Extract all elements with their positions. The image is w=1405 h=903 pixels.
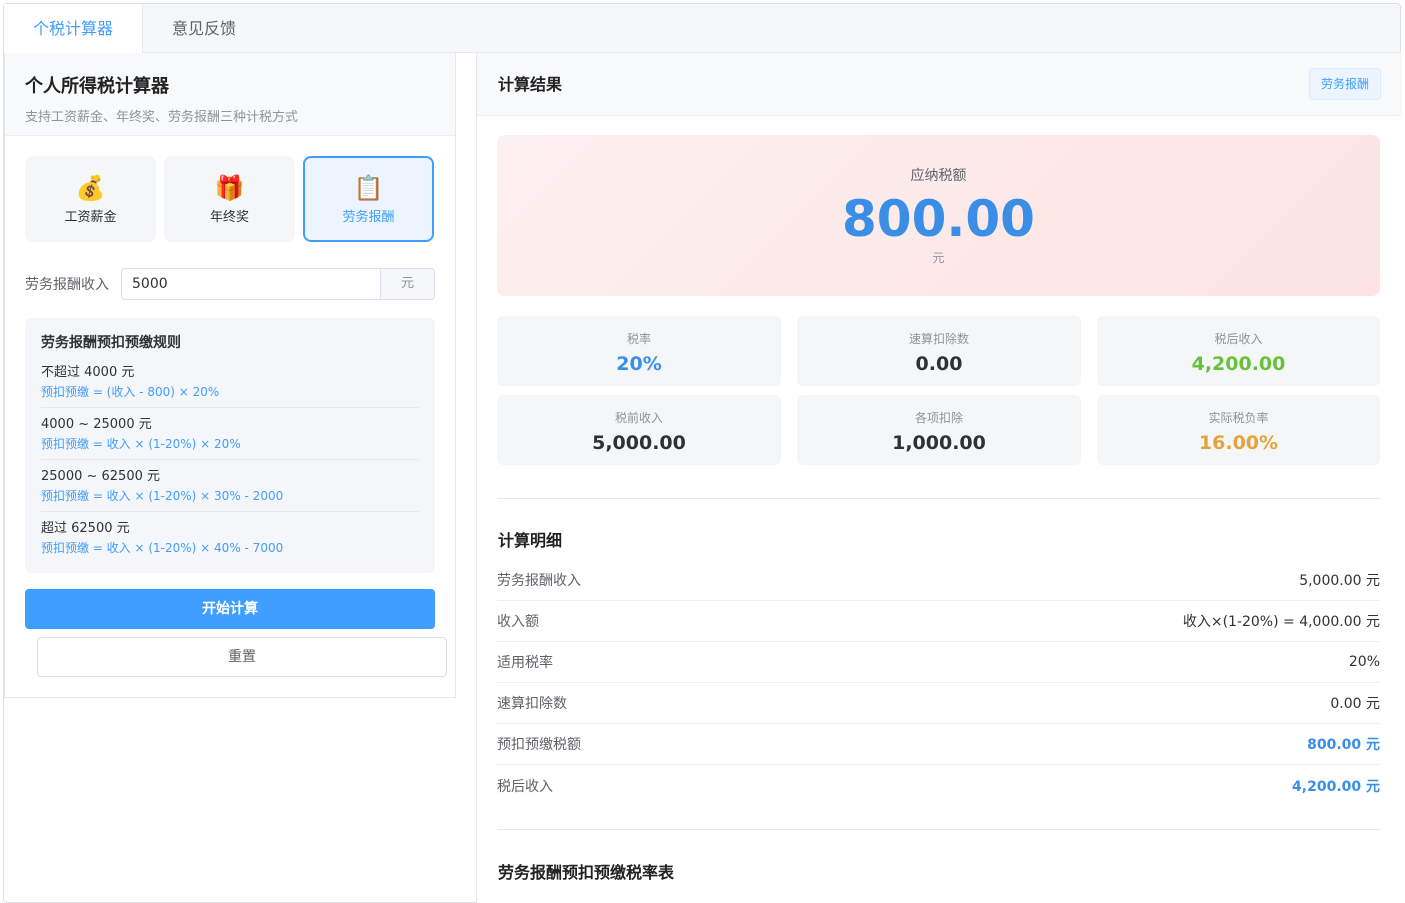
reset-button[interactable]: 重置 (37, 637, 447, 677)
detail-label: 劳务报酬收入 (497, 573, 581, 589)
stat-label: 税后收入 (1214, 332, 1263, 346)
rules-box: 劳务报酬预扣预缴规则 不超过 4000 元 预扣预缴 = (收入 - 800) … (25, 318, 435, 573)
detail-label: 税后收入 (497, 778, 553, 795)
stat-label: 实际税负率 (1208, 411, 1269, 425)
stat-pre-tax: 税前收入 5,000.00 (497, 395, 781, 465)
rule-range: 4000 ~ 25000 元 (41, 417, 152, 432)
stat-value: 5,000.00 (592, 432, 686, 454)
detail-label: 速算扣除数 (497, 696, 567, 712)
type-label: 工资薪金 (64, 209, 117, 225)
rules-title: 劳务报酬预扣预缴规则 (41, 335, 181, 351)
stat-value: 0.00 (915, 353, 963, 375)
detail-title: 计算明细 (498, 531, 563, 550)
panel-header: 个人所得税计算器 支持工资薪金、年终奖、劳务报酬三种计税方式 (5, 53, 455, 136)
income-label: 劳务报酬收入 (25, 277, 109, 293)
gift-icon: 🎁 (214, 173, 245, 202)
divider (497, 829, 1380, 830)
type-label: 劳务报酬 (342, 209, 395, 225)
tax-amount-value: 800.00 (842, 190, 1035, 248)
result-panel: 计算结果 劳务报酬 应纳税额 800.00 元 税率 20% 速算扣除数 0.0… (476, 53, 1402, 903)
rule-item: 25000 ~ 62500 元 预扣预缴 = 收入 × (1-20%) × 30… (41, 468, 419, 512)
type-tag: 劳务报酬 (1309, 68, 1381, 100)
stats-grid: 税率 20% 速算扣除数 0.00 税后收入 4,200.00 税前收入 5,0… (497, 316, 1380, 465)
rule-range: 超过 62500 元 (41, 521, 130, 536)
rule-item: 超过 62500 元 预扣预缴 = 收入 × (1-20%) × 40% - 7… (41, 520, 419, 563)
stat-label: 税前收入 (614, 411, 663, 425)
rule-formula: 预扣预缴 = 收入 × (1-20%) × 30% - 2000 (41, 489, 284, 503)
detail-row: 收入额 收入×(1-20%) = 4,000.00 元 (497, 601, 1380, 642)
calculator-panel: 个人所得税计算器 支持工资薪金、年终奖、劳务报酬三种计税方式 💰 工资薪金 🎁 … (4, 53, 456, 698)
stat-value: 1,000.00 (892, 432, 986, 454)
tax-type-selector: 💰 工资薪金 🎁 年终奖 📋 劳务报酬 (5, 136, 455, 242)
stat-effective-rate: 实际税负率 16.00% (1097, 395, 1380, 465)
tab-feedback[interactable]: 意见反馈 (143, 4, 265, 53)
stat-label: 各项扣除 (914, 411, 963, 425)
detail-value: 4,200.00 元 (1292, 778, 1380, 795)
detail-row: 速算扣除数 0.00 元 (497, 683, 1380, 724)
detail-row: 税后收入 4,200.00 元 (497, 765, 1380, 806)
stat-value: 16.00% (1198, 432, 1279, 454)
stat-quick-deduction: 速算扣除数 0.00 (797, 316, 1081, 386)
tab-bar: 个税计算器 意见反馈 (4, 4, 1400, 54)
type-bonus-option[interactable]: 🎁 年终奖 (164, 156, 295, 242)
result-title: 计算结果 (498, 75, 563, 94)
rule-item: 4000 ~ 25000 元 预扣预缴 = 收入 × (1-20%) × 20% (41, 416, 419, 460)
tax-amount-unit: 元 (932, 251, 945, 265)
rule-formula: 预扣预缴 = 收入 × (1-20%) × 20% (41, 437, 241, 451)
detail-row: 预扣预缴税额 800.00 元 (497, 724, 1380, 765)
tax-amount-card: 应纳税额 800.00 元 (497, 135, 1380, 296)
type-label: 年终奖 (209, 209, 249, 225)
rule-range: 不超过 4000 元 (41, 365, 135, 380)
tax-amount-label: 应纳税额 (910, 168, 967, 184)
detail-value: 20% (1348, 654, 1380, 670)
stat-tax-rate: 税率 20% (497, 316, 781, 386)
stat-value: 20% (616, 353, 662, 375)
detail-label: 收入额 (497, 614, 539, 630)
calculate-button[interactable]: 开始计算 (25, 589, 435, 629)
detail-row: 适用税率 20% (497, 642, 1380, 683)
stat-label: 税率 (626, 332, 651, 346)
rule-formula: 预扣预缴 = 收入 × (1-20%) × 40% - 7000 (41, 541, 284, 555)
clipboard-icon: 📋 (353, 173, 384, 202)
income-input[interactable] (122, 269, 380, 299)
income-row: 劳务报酬收入 元 (5, 242, 455, 300)
detail-label: 适用税率 (497, 655, 553, 671)
detail-row: 劳务报酬收入 5,000.00 元 (497, 560, 1380, 601)
stat-deductions: 各项扣除 1,000.00 (797, 395, 1081, 465)
detail-list: 劳务报酬收入 5,000.00 元 收入额 收入×(1-20%) = 4,000… (497, 560, 1380, 806)
rule-formula: 预扣预缴 = (收入 - 800) × 20% (41, 385, 220, 399)
detail-value: 收入×(1-20%) = 4,000.00 元 (1182, 614, 1380, 630)
type-labor-option[interactable]: 📋 劳务报酬 (303, 156, 434, 242)
detail-value: 0.00 元 (1330, 696, 1380, 712)
page-title: 个人所得税计算器 (25, 76, 169, 97)
money-bag-icon: 💰 (75, 173, 106, 202)
divider (497, 498, 1380, 499)
stat-label: 速算扣除数 (908, 332, 969, 346)
rule-range: 25000 ~ 62500 元 (41, 469, 160, 484)
result-header: 计算结果 劳务报酬 (477, 53, 1402, 116)
type-salary-option[interactable]: 💰 工资薪金 (25, 156, 156, 242)
stat-value: 4,200.00 (1191, 353, 1286, 375)
app-window: 个税计算器 意见反馈 个人所得税计算器 支持工资薪金、年终奖、劳务报酬三种计税方… (3, 3, 1402, 903)
detail-value: 800.00 元 (1307, 737, 1380, 753)
detail-label: 预扣预缴税额 (497, 737, 581, 753)
detail-value: 5,000.00 元 (1299, 573, 1380, 589)
tab-calculator[interactable]: 个税计算器 (4, 4, 144, 54)
page-subtitle: 支持工资薪金、年终奖、劳务报酬三种计税方式 (25, 110, 299, 125)
income-input-group: 元 (121, 268, 435, 300)
stat-after-tax: 税后收入 4,200.00 (1097, 316, 1380, 386)
rule-item: 不超过 4000 元 预扣预缴 = (收入 - 800) × 20% (41, 364, 419, 408)
income-unit: 元 (380, 269, 434, 299)
rate-table-title: 劳务报酬预扣预缴税率表 (498, 863, 675, 882)
